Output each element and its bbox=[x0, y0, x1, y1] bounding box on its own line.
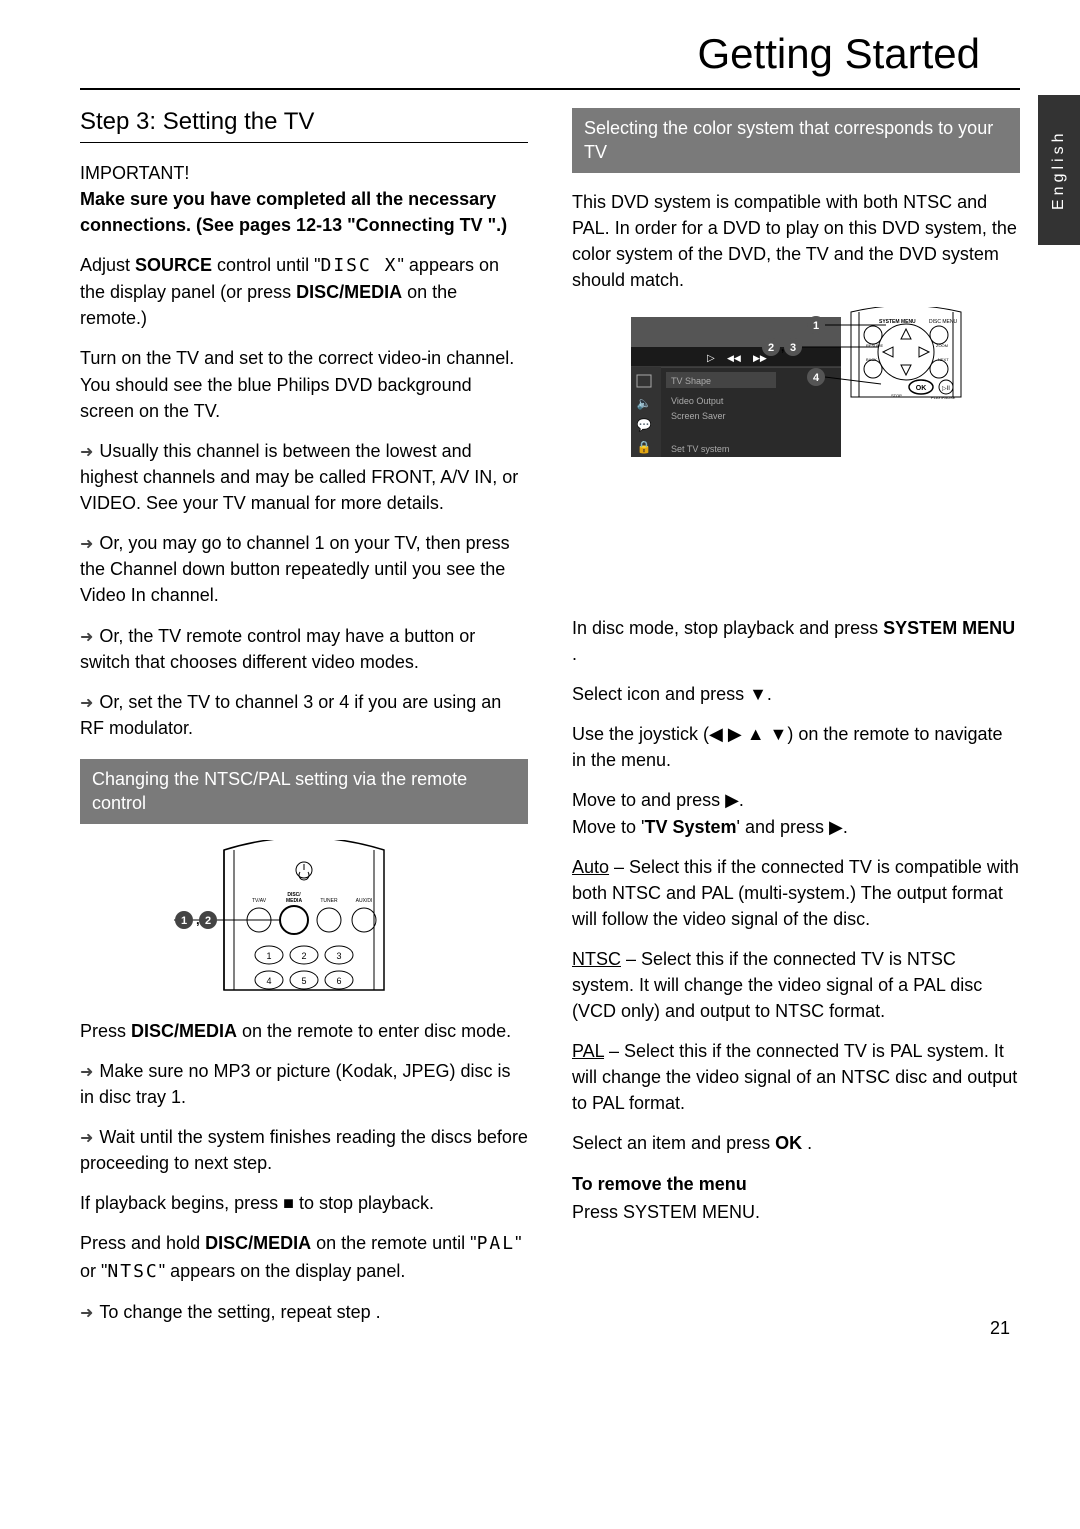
language-tab: English bbox=[1038, 95, 1080, 245]
svg-text:🔒: 🔒 bbox=[637, 440, 652, 454]
paragraph-stop-playback: If playback begins, press ■ to stop play… bbox=[80, 1190, 528, 1216]
svg-text:▶▶: ▶▶ bbox=[753, 353, 767, 363]
important-label: IMPORTANT! bbox=[80, 163, 528, 184]
svg-text:Set TV system: Set TV system bbox=[671, 444, 729, 454]
bullet-usually-channel: Usually this channel is between the lowe… bbox=[80, 438, 528, 516]
remote-diagram: TV/AV DISC/ MEDIA TUNER AUX/DI 1 2 3 4 5… bbox=[80, 840, 528, 1000]
svg-text:1: 1 bbox=[266, 951, 271, 961]
svg-text:STOP: STOP bbox=[891, 393, 902, 398]
svg-text:3: 3 bbox=[790, 342, 796, 354]
svg-text:ZOOM: ZOOM bbox=[936, 343, 948, 348]
left-column: Step 3: Setting the TV IMPORTANT! Make s… bbox=[80, 108, 528, 1339]
svg-text:TV Shape: TV Shape bbox=[671, 376, 711, 386]
svg-text:PLAY/PAUSE: PLAY/PAUSE bbox=[931, 395, 956, 400]
page-title: Getting Started bbox=[80, 30, 1020, 90]
svg-text:BACK: BACK bbox=[866, 357, 877, 362]
paragraph-adjust-source: Adjust SOURCE control until "DISC X" app… bbox=[80, 252, 528, 331]
remove-menu-text: Press SYSTEM MENU. bbox=[572, 1199, 1020, 1225]
svg-text:▷II: ▷II bbox=[942, 386, 950, 392]
svg-text:6: 6 bbox=[336, 976, 341, 986]
bullet-channel-1: Or, you may go to channel 1 on your TV, … bbox=[80, 530, 528, 608]
svg-text:◀◀: ◀◀ bbox=[727, 353, 741, 363]
svg-text:4: 4 bbox=[813, 372, 820, 384]
option-ntsc: NTSC – Select this if the connected TV i… bbox=[572, 946, 1020, 1024]
page-number: 21 bbox=[990, 1318, 1010, 1339]
bullet-tv-remote: Or, the TV remote control may have a but… bbox=[80, 623, 528, 675]
svg-text:Screen Saver: Screen Saver bbox=[671, 411, 726, 421]
paragraph-press-hold: Press and hold DISC/MEDIA on the remote … bbox=[80, 1230, 528, 1284]
right-column: Selecting the color system that correspo… bbox=[572, 108, 1020, 1339]
svg-text:2: 2 bbox=[301, 951, 306, 961]
svg-text:,: , bbox=[781, 340, 784, 354]
paragraph-select-icon: Select icon and press ▼. bbox=[572, 681, 1020, 707]
svg-text:2: 2 bbox=[205, 915, 211, 927]
option-pal: PAL – Select this if the connected TV is… bbox=[572, 1038, 1020, 1116]
paragraph-compatible: This DVD system is compatible with both … bbox=[572, 189, 1020, 293]
svg-text:DISC MENU: DISC MENU bbox=[929, 319, 957, 325]
remove-menu-heading: To remove the menu bbox=[572, 1171, 1020, 1197]
important-body: Make sure you have completed all the nec… bbox=[80, 186, 528, 238]
svg-text:1: 1 bbox=[813, 320, 819, 332]
option-auto: Auto – Select this if the connected TV i… bbox=[572, 854, 1020, 932]
svg-text:TV/AV: TV/AV bbox=[252, 898, 267, 904]
svg-text:MEDIA: MEDIA bbox=[286, 898, 303, 904]
paragraph-move-to: Move to and press ▶. Move to 'TV System'… bbox=[572, 787, 1020, 839]
bullet-rf-modulator: Or, set the TV to channel 3 or 4 if you … bbox=[80, 689, 528, 741]
tv-menu-diagram: SETUP MENU ▷ ◀◀ ▶▶ 🔈 💬 🔒 TV Shape Video bbox=[572, 307, 1020, 597]
svg-text:▷: ▷ bbox=[707, 353, 715, 364]
paragraph-disc-mode: In disc mode, stop playback and press SY… bbox=[572, 615, 1020, 667]
svg-text:OK: OK bbox=[916, 385, 927, 392]
svg-text:5: 5 bbox=[301, 976, 306, 986]
svg-text:TUNER: TUNER bbox=[320, 898, 338, 904]
content-columns: Step 3: Setting the TV IMPORTANT! Make s… bbox=[80, 108, 1020, 1339]
svg-text:🔈: 🔈 bbox=[637, 396, 652, 410]
svg-text:NEXT: NEXT bbox=[938, 357, 949, 362]
svg-text:4: 4 bbox=[266, 976, 271, 986]
paragraph-select-ok: Select an item and press OK . bbox=[572, 1130, 1020, 1156]
page: English Getting Started Step 3: Setting … bbox=[0, 0, 1080, 1369]
tv-menu-svg: SETUP MENU ▷ ◀◀ ▶▶ 🔈 💬 🔒 TV Shape Video bbox=[621, 307, 971, 597]
step-heading: Step 3: Setting the TV bbox=[80, 108, 528, 143]
svg-text:AUX/DI: AUX/DI bbox=[356, 898, 373, 904]
paragraph-turn-on-tv: Turn on the TV and set to the correct vi… bbox=[80, 345, 528, 423]
paragraph-joystick: Use the joystick (◀ ▶ ▲ ▼) on the remote… bbox=[572, 721, 1020, 773]
remote-svg: TV/AV DISC/ MEDIA TUNER AUX/DI 1 2 3 4 5… bbox=[174, 840, 434, 1000]
svg-text:💬: 💬 bbox=[637, 418, 652, 432]
banner-color-system: Selecting the color system that correspo… bbox=[572, 108, 1020, 173]
svg-text:1: 1 bbox=[181, 915, 187, 927]
bullet-no-mp3: Make sure no MP3 or picture (Kodak, JPEG… bbox=[80, 1058, 528, 1110]
bullet-wait-reading: Wait until the system finishes reading t… bbox=[80, 1124, 528, 1176]
svg-text:2: 2 bbox=[768, 342, 774, 354]
paragraph-press-disc: Press DISC/MEDIA on the remote to enter … bbox=[80, 1018, 528, 1044]
svg-text:3: 3 bbox=[336, 951, 341, 961]
bullet-repeat-step: To change the setting, repeat step . bbox=[80, 1299, 528, 1325]
svg-text:Video Output: Video Output bbox=[671, 396, 724, 406]
banner-ntsc-pal: Changing the NTSC/PAL setting via the re… bbox=[80, 759, 528, 824]
